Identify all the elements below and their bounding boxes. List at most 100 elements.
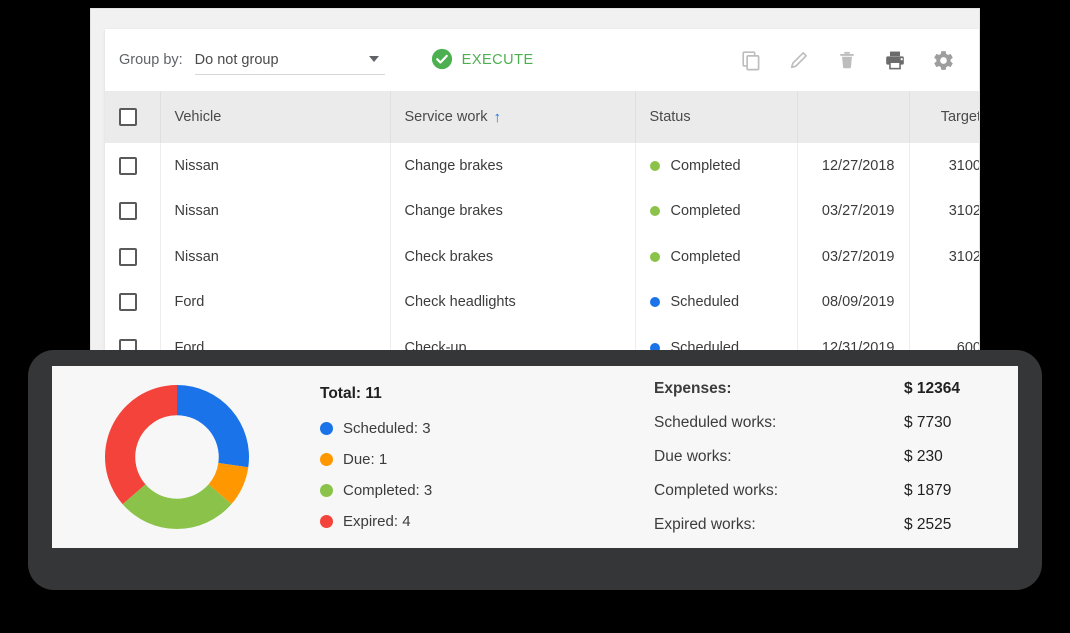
header-status[interactable]: Status	[635, 91, 798, 143]
group-by-select[interactable]: Do not group	[194, 45, 385, 75]
legend-dot	[320, 421, 333, 435]
expense-row: Due works: $ 230	[654, 448, 968, 466]
expense-label: Scheduled works:	[654, 414, 777, 431]
status-dot	[649, 206, 660, 217]
expense-label: Expired works:	[654, 516, 756, 533]
table-row[interactable]: Ford Check headlights Scheduled 08/09/2019	[105, 279, 979, 325]
service-works-table: Vehicle Service work ↑ Status Target Nis…	[105, 91, 980, 367]
legend-label: Due: 1	[343, 450, 388, 468]
legend-item: Completed: 3	[320, 482, 602, 499]
row-checkbox[interactable]	[119, 247, 137, 266]
header-status-label: Status	[649, 109, 691, 125]
cell-date: 03/27/2019	[797, 234, 910, 280]
legend-label: Expired: 4	[343, 512, 411, 530]
sort-asc-arrow-icon: ↑	[493, 109, 502, 126]
expense-value: $ 7730	[904, 414, 952, 431]
status-dot	[649, 160, 660, 171]
cell-status: Scheduled	[635, 279, 798, 325]
gear-icon[interactable]	[932, 49, 955, 72]
legend-dot	[320, 514, 333, 528]
cell-date: 03/27/2019	[797, 188, 910, 234]
legend-item: Scheduled: 3	[320, 420, 602, 437]
header-vehicle[interactable]: Vehicle	[160, 91, 391, 143]
expense-row: Completed works: $ 1879	[654, 482, 968, 500]
legend-dot	[320, 452, 333, 466]
expense-label: Expenses:	[654, 380, 732, 397]
legend-dot	[320, 483, 333, 497]
table-header-row: Vehicle Service work ↑ Status Target	[105, 91, 980, 143]
row-checkbox[interactable]	[119, 156, 137, 175]
table-row[interactable]: Nissan Check brakes Completed 03/27/2019 310…	[105, 234, 979, 280]
toolbar-actions	[740, 49, 961, 72]
row-select-cell	[105, 234, 161, 280]
copy-icon[interactable]	[740, 49, 762, 71]
status-label: Completed	[670, 157, 741, 174]
expense-row: Scheduled works: $ 7730	[654, 414, 968, 432]
table-row[interactable]: Nissan Change brakes Completed 12/27/2018 31…	[105, 143, 979, 189]
cell-target: 3102	[909, 234, 979, 280]
table-toolbar: Group by: Do not group EXECUTE	[105, 29, 979, 91]
row-checkbox[interactable]	[119, 293, 137, 312]
donut-chart-svg	[105, 385, 249, 529]
legend-label: Scheduled: 3	[343, 419, 431, 437]
trash-icon[interactable]	[836, 49, 858, 71]
cell-vehicle: Ford	[160, 279, 391, 325]
table-panel: Group by: Do not group EXECUTE Vehicle S…	[105, 29, 980, 367]
donut-slice-scheduled	[177, 385, 249, 468]
row-select-cell	[105, 188, 161, 234]
edit-pencil-icon[interactable]	[788, 49, 810, 71]
table-row[interactable]: Nissan Change brakes Completed 03/27/2019 31…	[105, 188, 979, 234]
group-by-label: Group by:	[119, 52, 183, 68]
cell-target: 3102	[909, 188, 979, 234]
expense-value: $ 230	[904, 448, 943, 465]
status-label: Completed	[670, 248, 741, 265]
chevron-down-icon	[368, 56, 379, 62]
total-label: Total: 11	[320, 384, 382, 402]
status-label: Scheduled	[670, 294, 740, 311]
cell-service-work: Change brakes	[390, 143, 636, 189]
cell-status: Completed	[635, 234, 798, 280]
expense-value: $ 1879	[904, 482, 952, 499]
donut-chart	[52, 382, 302, 532]
cell-vehicle: Nissan	[160, 188, 391, 234]
expense-row: Expired works: $ 2525	[654, 516, 968, 534]
header-target[interactable]: Target	[909, 91, 980, 143]
table-body: Nissan Change brakes Completed 12/27/2018 31…	[105, 143, 979, 367]
row-checkbox[interactable]	[119, 202, 137, 221]
table-window: Group by: Do not group EXECUTE Vehicle S…	[90, 8, 980, 368]
header-target-label: Target	[940, 109, 980, 125]
cell-target: 3100	[909, 143, 979, 189]
header-vehicle-label: Vehicle	[174, 109, 222, 125]
header-date[interactable]	[797, 91, 910, 143]
cell-service-work: Check brakes	[390, 234, 636, 280]
execute-label: EXECUTE	[461, 52, 534, 68]
expense-label: Completed works:	[654, 482, 779, 499]
status-label: Completed	[670, 203, 741, 220]
legend-item: Expired: 4	[320, 513, 602, 530]
expense-row: Expenses: $ 12364	[654, 380, 968, 398]
cell-vehicle: Nissan	[160, 234, 391, 280]
legend-item: Due: 1	[320, 451, 602, 468]
row-select-cell	[105, 143, 161, 189]
cell-service-work: Change brakes	[390, 188, 636, 234]
cell-date: 08/09/2019	[797, 279, 910, 325]
status-dot	[649, 251, 660, 262]
screenshot-stage: Group by: Do not group EXECUTE Vehicle S…	[0, 0, 1070, 633]
chart-legend: Total: 11 Scheduled: 3 Due: 1 Completed: 3…	[302, 385, 602, 530]
status-dot	[649, 297, 660, 308]
header-service-work-label: Service work	[404, 109, 488, 125]
group-by-value: Do not group	[194, 51, 279, 68]
select-all-checkbox[interactable]	[119, 108, 137, 126]
row-select-cell	[105, 279, 161, 325]
execute-button[interactable]: EXECUTE	[425, 44, 540, 77]
cell-vehicle: Nissan	[160, 143, 391, 189]
expense-label: Due works:	[654, 448, 732, 465]
cell-status: Completed	[635, 143, 798, 189]
cell-date: 12/27/2018	[797, 143, 910, 189]
header-service-work[interactable]: Service work ↑	[390, 91, 636, 143]
legend-label: Completed: 3	[343, 481, 433, 499]
donut-slice-completed	[122, 484, 232, 529]
print-icon[interactable]	[884, 49, 906, 71]
cell-service-work: Check headlights	[390, 279, 636, 325]
table-header: Vehicle Service work ↑ Status Target	[105, 91, 980, 143]
